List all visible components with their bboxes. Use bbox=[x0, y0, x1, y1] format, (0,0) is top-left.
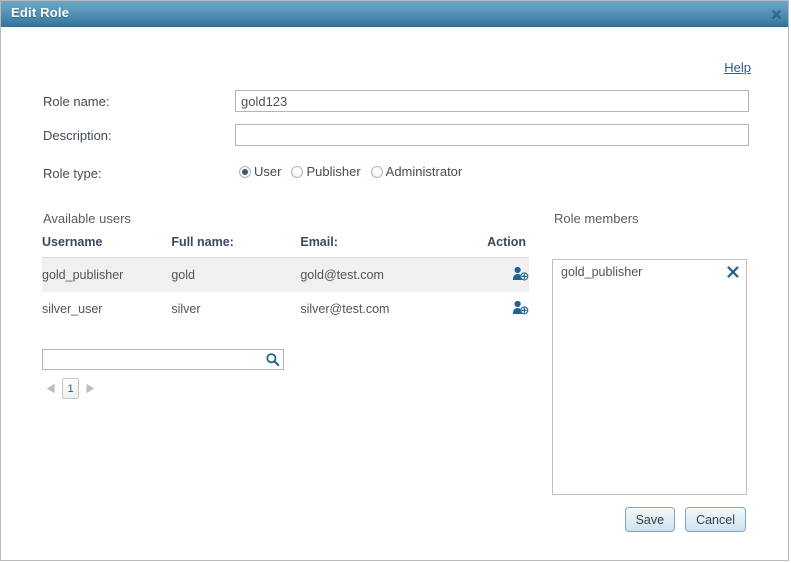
cell-username: gold_publisher bbox=[42, 257, 172, 292]
radio-administrator[interactable]: Administrator bbox=[370, 164, 463, 179]
member-name: gold_publisher bbox=[561, 265, 643, 279]
user-search-box bbox=[42, 349, 284, 370]
page-number-1[interactable]: 1 bbox=[62, 378, 79, 399]
help-link[interactable]: Help bbox=[724, 60, 751, 75]
column-header-fullname: Full name: bbox=[171, 235, 301, 258]
radio-user[interactable]: User bbox=[239, 164, 281, 179]
radio-dot-icon bbox=[239, 165, 251, 178]
cell-fullname: silver bbox=[171, 302, 201, 316]
table-header-row: Username Full name: Email: Action bbox=[42, 235, 529, 258]
role-type-radio-group: User Publisher Administrator bbox=[239, 164, 472, 179]
cell-action bbox=[459, 292, 529, 326]
column-header-username: Username bbox=[42, 235, 172, 258]
cancel-button[interactable]: Cancel bbox=[685, 507, 746, 532]
radio-user-label: User bbox=[254, 164, 282, 179]
table-row[interactable]: silver_user silver silver@test.com bbox=[42, 292, 529, 326]
search-input[interactable] bbox=[43, 350, 258, 369]
role-type-label: Role type: bbox=[43, 166, 102, 181]
dialog-footer: Save Cancel bbox=[615, 507, 746, 532]
column-header-action: Action bbox=[459, 235, 529, 258]
radio-dot-icon bbox=[370, 165, 383, 178]
column-header-email: Email: bbox=[300, 235, 460, 258]
close-icon[interactable] bbox=[768, 6, 784, 22]
radio-publisher[interactable]: Publisher bbox=[291, 164, 361, 179]
triangle-left-icon[interactable] bbox=[43, 379, 59, 399]
radio-publisher-label: Publisher bbox=[306, 164, 361, 179]
role-members-title: Role members bbox=[554, 211, 639, 226]
description-input[interactable] bbox=[235, 124, 749, 146]
cell-email: gold@test.com bbox=[300, 257, 460, 292]
triangle-right-icon[interactable] bbox=[82, 379, 98, 399]
cell-username: silver_user bbox=[42, 302, 103, 316]
close-icon[interactable] bbox=[726, 265, 740, 279]
role-members-box: gold_publisher bbox=[552, 259, 747, 495]
cell-email: silver@test.com bbox=[300, 302, 390, 316]
add-user-icon[interactable] bbox=[512, 266, 529, 284]
cell-action bbox=[459, 257, 529, 292]
available-users-title: Available users bbox=[43, 211, 131, 226]
radio-dot-icon bbox=[291, 165, 304, 178]
role-name-input[interactable] bbox=[235, 90, 749, 112]
role-name-label: Role name: bbox=[43, 94, 110, 109]
search-icon[interactable] bbox=[265, 352, 280, 367]
dialog-title: Edit Role bbox=[11, 5, 70, 20]
dialog-body: Help Role name: Description: Role type: … bbox=[1, 28, 788, 560]
pagination: 1 bbox=[43, 378, 98, 399]
list-item: gold_publisher bbox=[553, 260, 746, 284]
available-users-table: Username Full name: Email: Action gold_p… bbox=[42, 235, 529, 326]
radio-administrator-label: Administrator bbox=[385, 164, 463, 179]
add-user-icon[interactable] bbox=[512, 300, 529, 318]
edit-role-dialog: Edit Role Help Role name: Description: R… bbox=[0, 0, 789, 561]
save-button[interactable]: Save bbox=[624, 507, 676, 532]
description-label: Description: bbox=[43, 128, 112, 143]
dialog-titlebar: Edit Role bbox=[1, 1, 788, 27]
cell-fullname: gold bbox=[171, 257, 301, 292]
table-row[interactable]: gold_publisher gold gold@test.com bbox=[42, 257, 529, 292]
